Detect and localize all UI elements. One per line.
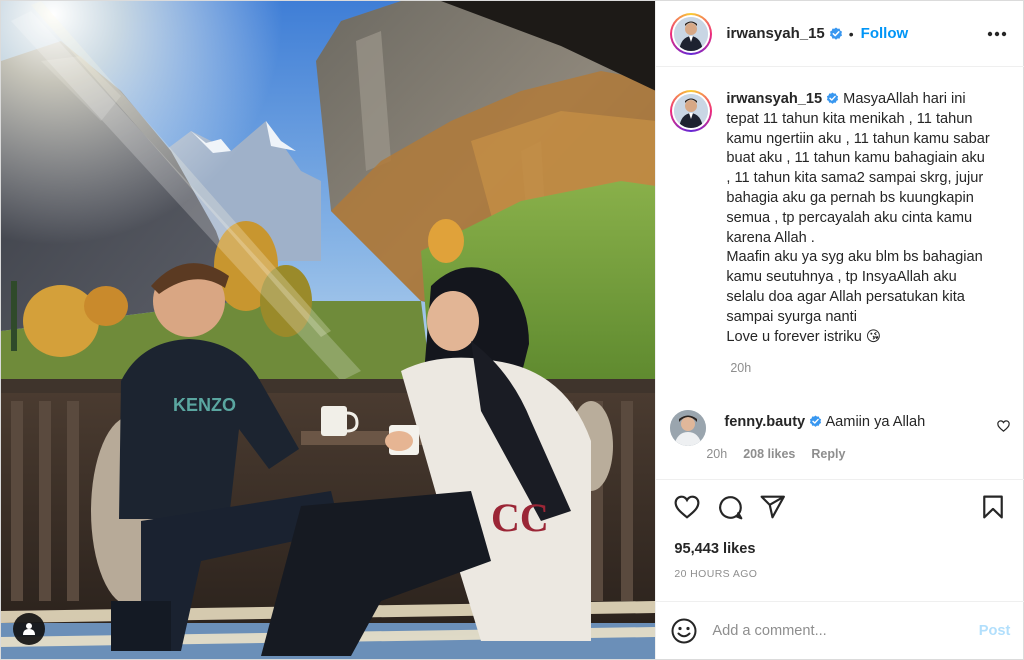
author-username[interactable]: irwansyah_15 — [726, 25, 824, 42]
verified-badge-icon — [810, 415, 822, 427]
action-bar — [656, 479, 1024, 535]
comment-meta: 20h 208 likes Reply — [706, 447, 925, 461]
comment-input[interactable] — [712, 622, 963, 639]
comment-likes[interactable]: 208 likes — [743, 447, 795, 461]
caption-line: MasyaAllah hari ini — [843, 91, 966, 107]
comment-like-heart-icon[interactable] — [997, 420, 1011, 432]
comment-reply-button[interactable]: Reply — [811, 447, 845, 461]
verified-badge-icon — [827, 92, 839, 104]
profile-photo-icon — [670, 410, 707, 446]
caption-line: karena Allah . — [726, 229, 815, 246]
post-side-panel: irwansyah_15 • Follow irwansyah_15 Masya… — [655, 1, 1024, 659]
caption: irwansyah_15 MasyaAllah hari ini tepat 1… — [670, 90, 1010, 347]
user-tag-icon — [23, 623, 35, 635]
caption-line: kamu ngertiin aku , 11 tahun kamu sabar — [726, 130, 990, 147]
likes-count[interactable]: 95,443 likes — [674, 541, 755, 557]
caption-line: Love u forever istriku 😘 — [726, 328, 882, 345]
post-photo[interactable]: KENZO CC — [1, 1, 656, 659]
emoji-icon[interactable] — [670, 617, 698, 645]
caption-author-avatar[interactable] — [670, 90, 713, 132]
instagram-post: KENZO CC irwansyah_15 • Follow irwansyah… — [0, 0, 1024, 660]
more-options-icon — [988, 31, 1007, 37]
comment-bubble-icon[interactable] — [718, 495, 744, 521]
comment-body: Aamiin ya Allah — [825, 414, 926, 430]
post-header: irwansyah_15 • Follow — [656, 1, 1024, 67]
caption-line: sampai syurga nanti — [726, 308, 857, 325]
user-tag-button[interactable] — [13, 613, 45, 645]
comments-section: irwansyah_15 MasyaAllah hari ini tepat 1… — [656, 68, 1024, 478]
add-comment-bar: Post — [656, 601, 1024, 659]
comment-text: fenny.bauty Aamiin ya Allah — [724, 410, 925, 432]
post-comment-button[interactable]: Post — [979, 623, 1011, 639]
post-time-ago[interactable]: 20 HOURS AGO — [674, 568, 757, 580]
caption-text: irwansyah_15 MasyaAllah hari ini tepat 1… — [726, 90, 1006, 347]
author-avatar[interactable] — [670, 12, 713, 55]
comment-item: fenny.bauty Aamiin ya Allah 20h 208 like… — [670, 410, 1011, 461]
share-direct-icon[interactable] — [760, 495, 786, 519]
caption-first-line: irwansyah_15 MasyaAllah hari ini — [726, 90, 1006, 110]
caption-username[interactable]: irwansyah_15 — [726, 91, 822, 107]
svg-text:KENZO: KENZO — [173, 395, 236, 415]
caption-time[interactable]: 20h — [730, 361, 1010, 375]
commenter-username[interactable]: fenny.bauty — [724, 414, 805, 430]
couple-balcony-scene: KENZO CC — [1, 1, 656, 659]
like-heart-icon[interactable] — [674, 495, 700, 519]
save-bookmark-icon[interactable] — [982, 495, 1004, 519]
header-separator: • — [848, 25, 854, 42]
svg-text:CC: CC — [491, 495, 549, 540]
follow-button[interactable]: Follow — [861, 25, 909, 42]
caption-line: semua , tp percayalah aku cinta kamu — [726, 209, 973, 226]
caption-line: selalu doa agar Allah persatukan kita — [726, 288, 965, 305]
caption-line: Maafin aku ya syg aku blm bs bahagian — [726, 249, 983, 266]
comment-time[interactable]: 20h — [706, 447, 727, 461]
caption-line: , 11 tahun kita sama2 sampai skrg, jujur — [726, 170, 984, 187]
caption-line: tepat 11 tahun kita menikah , 11 tahun — [726, 110, 973, 127]
more-options-button[interactable] — [984, 23, 1010, 45]
caption-line: buat aku , 11 tahun kamu bahagiain aku — [726, 150, 985, 167]
commenter-avatar[interactable] — [670, 410, 707, 446]
profile-photo-icon — [674, 16, 709, 51]
caption-line: bahagia aku ga pernah bs kuungkapin — [726, 189, 974, 206]
caption-line: kamu seutuhnya , tp InsyaAllah aku — [726, 269, 957, 286]
profile-photo-icon — [674, 94, 709, 128]
verified-badge-icon — [829, 27, 842, 40]
